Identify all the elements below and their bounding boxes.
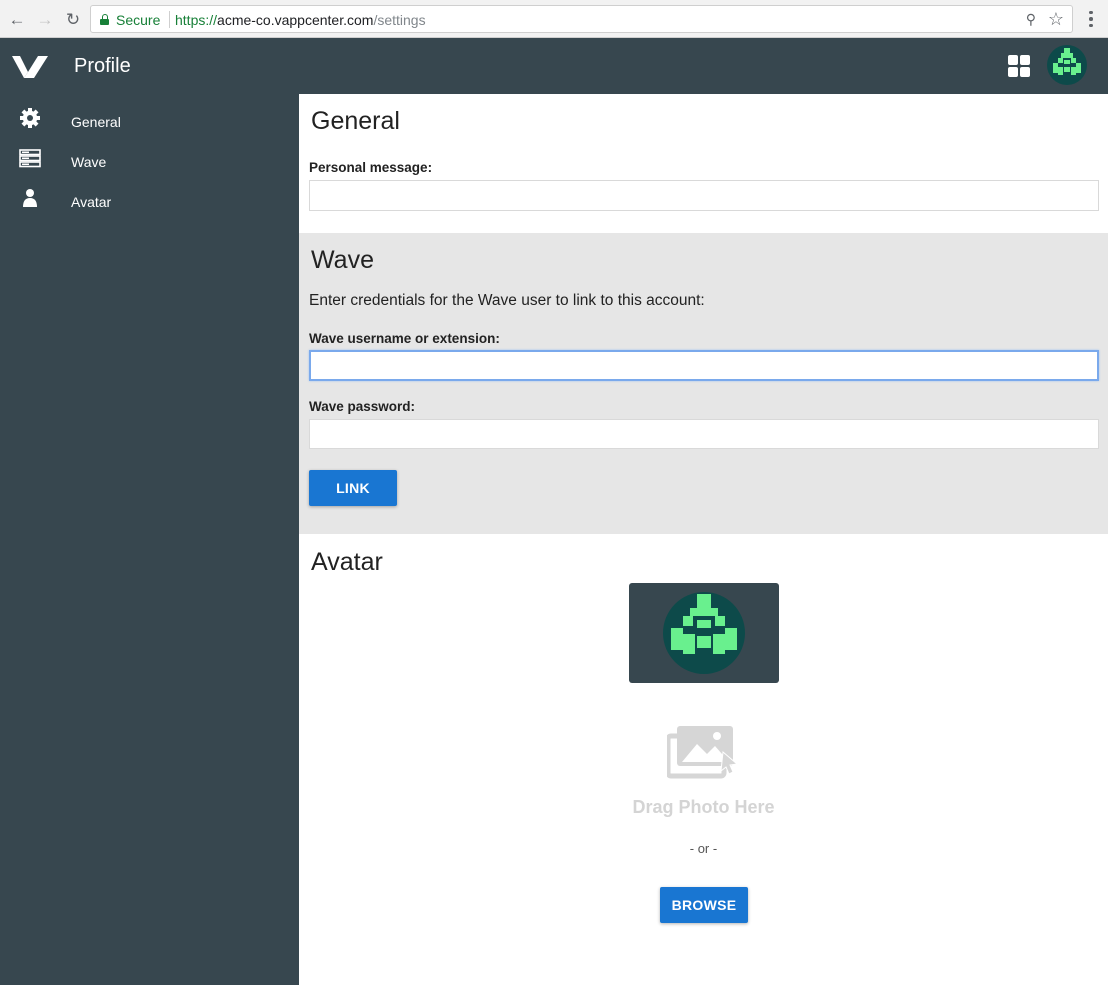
personal-message-label: Personal message:	[309, 160, 433, 175]
avatar-title: Avatar	[311, 548, 383, 576]
personal-message-input[interactable]	[309, 180, 1099, 211]
lock-icon	[100, 14, 109, 25]
drag-photo-text: Drag Photo Here	[632, 797, 775, 817]
back-arrow-icon[interactable]: ←	[7, 9, 27, 29]
star-icon[interactable]: ☆	[1048, 9, 1064, 30]
reload-icon[interactable]: ↻	[63, 9, 83, 29]
avatar-section: Avatar Drag Photo Here - or - BROWSE	[299, 534, 1108, 985]
general-title: General	[311, 107, 400, 135]
wave-username-label: Wave username or extension:	[309, 331, 500, 346]
apps-grid-icon[interactable]	[1008, 55, 1030, 77]
browse-button[interactable]: BROWSE	[660, 887, 748, 923]
wave-password-label: Wave password:	[309, 399, 416, 414]
key-icon[interactable]: ⚲	[1026, 11, 1036, 28]
address-divider	[169, 11, 170, 28]
url-text[interactable]: https://acme-co.vappcenter.com/settings	[175, 12, 426, 28]
sidebar-item-wave[interactable]: Wave	[0, 138, 299, 178]
sidebar: General Wave Avatar	[0, 94, 299, 985]
logo-icon[interactable]	[12, 54, 48, 78]
sidebar-item-label: General	[71, 114, 121, 130]
page-title: Profile	[74, 55, 131, 77]
photo-upload-icon	[667, 726, 739, 779]
url-host: acme-co.vappcenter.com	[217, 12, 374, 28]
wave-username-input[interactable]	[309, 350, 1099, 381]
sidebar-item-general[interactable]: General	[0, 98, 299, 138]
or-separator: - or -	[689, 841, 718, 856]
menu-dots-icon[interactable]	[1083, 8, 1099, 30]
main-content: General Personal message: Wave Enter cre…	[299, 94, 1108, 985]
wave-section: Wave Enter credentials for the Wave user…	[299, 233, 1108, 534]
wave-description: Enter credentials for the Wave user to l…	[309, 292, 705, 309]
user-avatar[interactable]	[1047, 45, 1087, 85]
forward-arrow-icon[interactable]: →	[35, 9, 55, 29]
browser-toolbar: ← → ↻ Secure https://acme-co.vappcenter.…	[0, 0, 1108, 38]
app-header: Profile	[0, 38, 1108, 94]
url-path: /settings	[373, 12, 426, 28]
secure-label: Secure	[116, 12, 161, 28]
link-button[interactable]: LINK	[309, 470, 397, 506]
url-scheme: https://	[175, 12, 218, 28]
general-section: General Personal message:	[299, 94, 1108, 233]
avatar-preview	[629, 583, 779, 683]
wave-title: Wave	[311, 246, 374, 274]
sidebar-item-label: Avatar	[71, 194, 112, 210]
person-icon	[23, 189, 37, 207]
sidebar-item-avatar[interactable]: Avatar	[0, 178, 299, 218]
avatar-image	[663, 592, 745, 674]
wave-password-input[interactable]	[309, 419, 1099, 449]
sidebar-item-label: Wave	[71, 154, 107, 170]
server-icon	[19, 149, 41, 168]
address-bar[interactable]: Secure https://acme-co.vappcenter.com/se…	[90, 5, 1073, 33]
gear-icon	[20, 108, 40, 128]
